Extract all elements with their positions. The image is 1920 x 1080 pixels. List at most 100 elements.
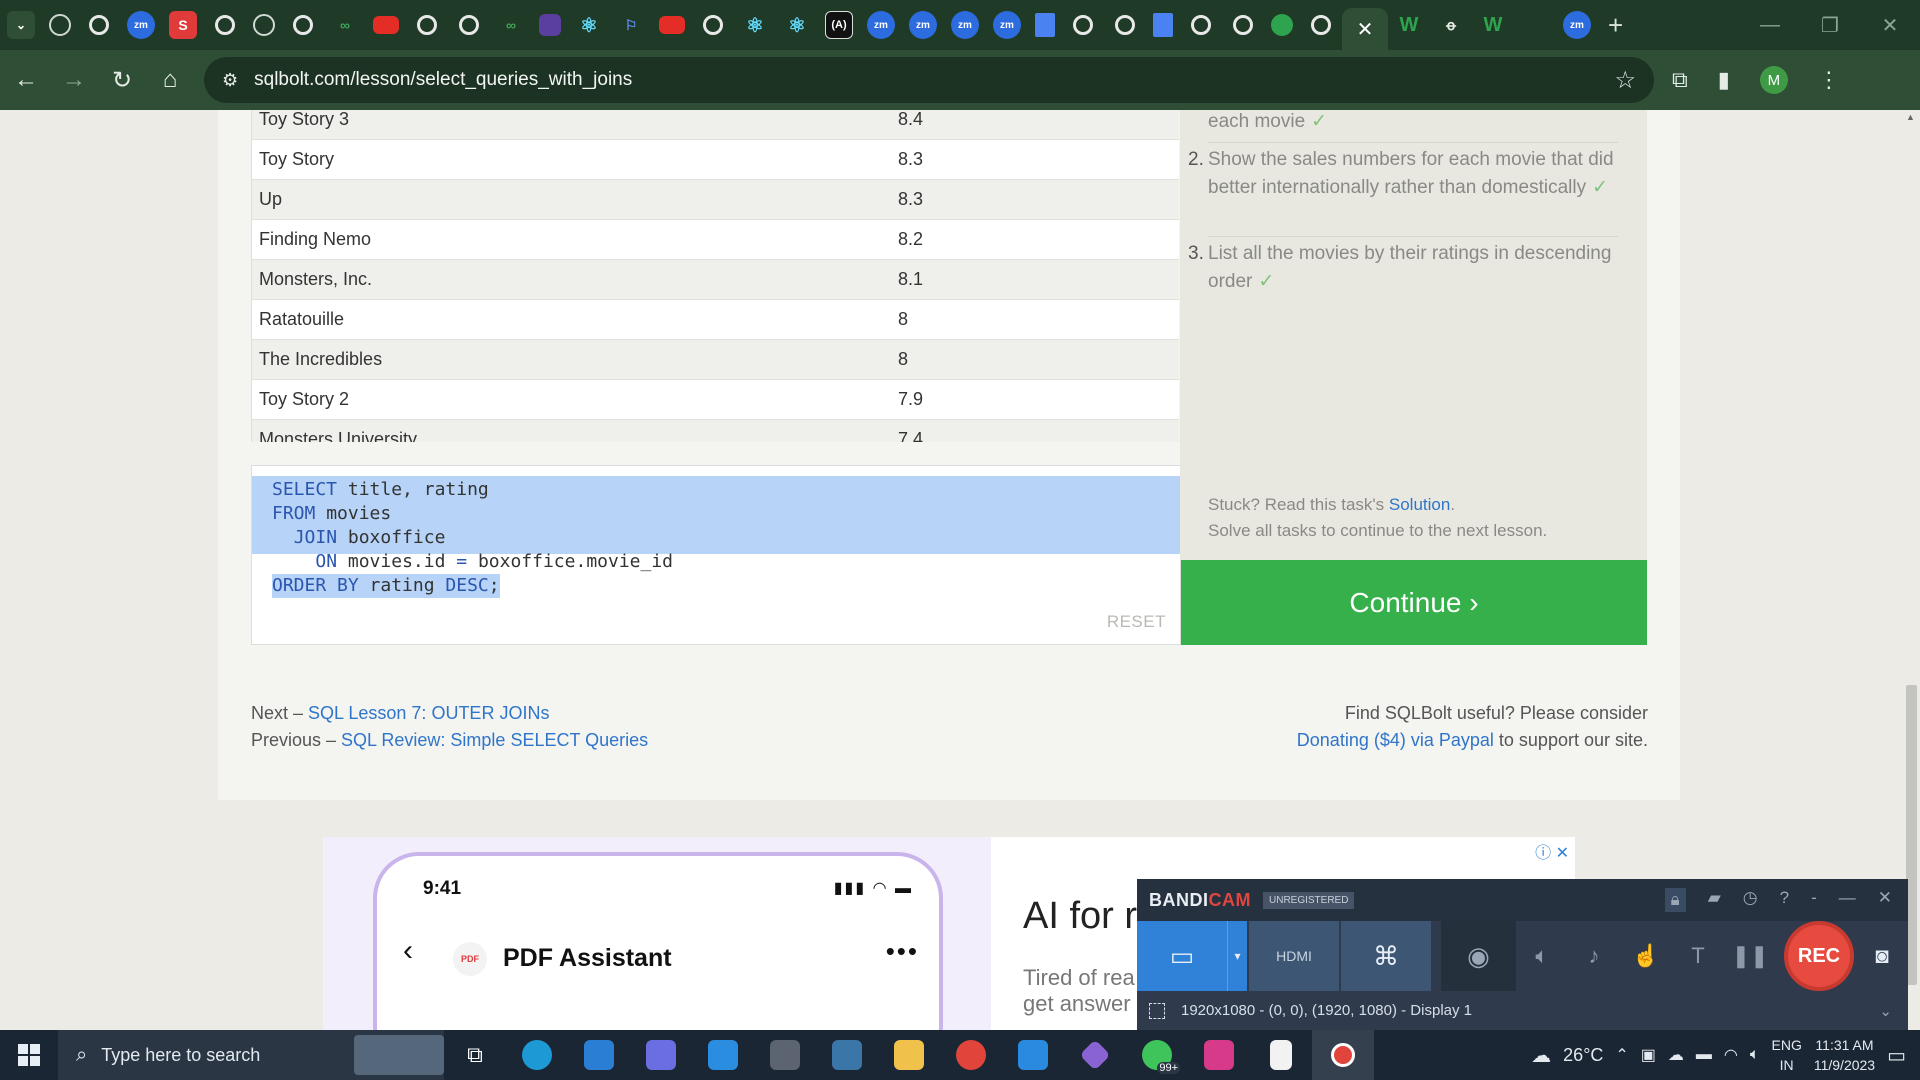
collapse-icon[interactable]: - [1811,888,1817,912]
edge-icon[interactable] [506,1030,568,1080]
new-tab-icon[interactable]: + [1608,10,1623,41]
side-panel-icon[interactable]: ▮ [1718,67,1730,93]
forward-icon[interactable]: → [52,58,96,102]
help-icon[interactable]: ? [1780,888,1789,912]
tray-app-icon[interactable]: ☁ [1668,1045,1684,1065]
close-icon[interactable]: ✕ [1878,888,1892,912]
close-window-icon[interactable]: ✕ [1860,13,1920,38]
tab-github-icon[interactable] [455,11,483,39]
wifi-icon[interactable]: ◠ [1724,1045,1738,1065]
tab-zoom-icon[interactable]: zm [951,11,979,39]
back-icon[interactable]: ← [4,58,48,102]
tab-zoom-icon[interactable]: zm [867,11,895,39]
restore-icon[interactable]: ❐ [1800,13,1860,38]
sql-code[interactable]: SELECT title, rating FROM movies JOIN bo… [272,478,673,598]
tab-s-icon[interactable]: S [169,11,197,39]
tab-zoom-icon[interactable]: zm [909,11,937,39]
weather-icon[interactable]: ☁ [1531,1043,1551,1068]
notifications-icon[interactable]: ▭ [1887,1043,1906,1068]
tab-react-icon[interactable]: ⚛ [741,11,769,39]
continue-button[interactable]: Continue › [1181,560,1647,645]
bookmark-star-icon[interactable]: ☆ [1614,66,1636,95]
reload-icon[interactable]: ↻ [100,58,144,102]
chrome-icon[interactable] [940,1030,1002,1080]
tab-github-icon[interactable] [1111,11,1139,39]
clock[interactable]: 11:31 AM 11/9/2023 [1814,1035,1875,1075]
screen-mode-button[interactable]: ▭ [1137,921,1227,991]
active-tab-close-icon[interactable]: ✕ [1342,8,1388,50]
show-hidden-icons[interactable]: ⌃ [1615,1045,1628,1065]
file-explorer-icon[interactable] [878,1030,940,1080]
tab-flag-icon[interactable]: ⚐ [617,11,645,39]
tab-github-icon[interactable] [413,11,441,39]
hdmi-mode-button[interactable]: HDMI [1249,921,1339,991]
bandicam-taskbar-icon[interactable] [1312,1030,1374,1080]
tab-github-icon[interactable] [1307,11,1335,39]
mic-off-icon[interactable]: ♪ [1568,921,1620,991]
tab-a-icon[interactable]: (A) [825,11,853,39]
site-settings-icon[interactable]: ⚙ [222,70,238,91]
tab-zoom-icon[interactable]: zm [1563,11,1591,39]
tab-github-icon[interactable] [85,11,113,39]
pause-icon[interactable]: ❚❚ [1724,921,1776,991]
tab-github-icon[interactable] [289,11,317,39]
tab-app-icon[interactable] [539,14,561,36]
timer-icon[interactable]: ◷ [1743,888,1758,912]
whatsapp-icon[interactable]: 99+ [1126,1030,1188,1080]
tab-zoom-icon[interactable]: zm [127,11,155,39]
tab-globe-icon[interactable] [253,14,275,36]
language-indicator[interactable]: ENG IN [1772,1035,1802,1075]
tab-react-icon[interactable]: ⚛ [575,11,603,39]
minimize-icon[interactable]: — [1839,888,1856,912]
folder-icon[interactable]: ▰ [1708,888,1721,912]
home-icon[interactable]: ⌂ [148,58,192,102]
tab-github-icon[interactable] [699,11,727,39]
tab-green-icon[interactable] [1271,14,1293,36]
previous-lesson-link[interactable]: SQL Review: Simple SELECT Queries [341,730,648,750]
text-overlay-icon[interactable]: T [1672,921,1724,991]
expand-chevron-icon[interactable]: ⌄ [1879,1002,1892,1020]
notepad-icon[interactable] [1250,1030,1312,1080]
calculator-icon[interactable] [754,1030,816,1080]
start-button[interactable] [0,1030,58,1080]
url-text[interactable]: sqlbolt.com/lesson/select_queries_with_j… [254,69,632,91]
extensions-icon[interactable]: ⧉ [1672,67,1688,93]
tab-ring-icon[interactable]: ꝋ [1437,11,1465,39]
query-results-table[interactable]: Toy Story 3 8.4 Toy Story 8.3 Up 8.3 Findin… [251,110,1179,442]
instagram-icon[interactable] [1188,1030,1250,1080]
tab-blank-icon[interactable] [1521,11,1549,39]
tab-github-icon[interactable] [1229,11,1257,39]
sql-editor[interactable]: SELECT title, rating FROM movies JOIN bo… [251,465,1181,645]
webcam-off-icon[interactable]: ◉ [1441,921,1516,991]
vscode-icon[interactable] [1002,1030,1064,1080]
tab-github-icon[interactable] [1187,11,1215,39]
speaker-icon[interactable]: 🔈︎ [1516,921,1568,991]
tab-infinity-icon[interactable]: ∞ [497,11,525,39]
tab-github-icon[interactable] [1069,11,1097,39]
screenshot-icon[interactable]: ◙ [1860,921,1904,991]
tab-infinity-icon[interactable]: ∞ [331,11,359,39]
scroll-up-arrow-icon[interactable]: ▲ [1906,112,1915,122]
tab-w-icon[interactable]: W [1479,11,1507,39]
copilot-icon[interactable] [630,1030,692,1080]
solution-link[interactable]: Solution [1389,495,1450,514]
tab-react-icon[interactable]: ⚛ [783,11,811,39]
tab-youtube-icon[interactable] [373,16,399,34]
tab-w-icon[interactable]: W [1395,11,1423,39]
tab-docs-icon[interactable] [1153,13,1173,37]
tab-search-chevron-icon[interactable]: ⌄ [7,11,35,39]
temperature[interactable]: 26°C [1563,1045,1603,1066]
ad-headline[interactable]: AI for r [1023,895,1137,938]
python-icon[interactable] [816,1030,878,1080]
taskbar-search-box[interactable]: ⌕ Type here to search [58,1030,444,1080]
ad-info-close-icon[interactable]: ⓘ ✕ [1535,839,1569,863]
task-view-icon[interactable]: ⧉ [444,1030,506,1080]
tab-zoom-icon[interactable]: zm [993,11,1021,39]
tab-globe-icon[interactable] [49,14,71,36]
profile-avatar[interactable]: M [1759,66,1788,94]
menu-kebab-icon[interactable]: ⋮ [1818,67,1840,93]
next-lesson-link[interactable]: SQL Lesson 7: OUTER JOINs [308,703,549,723]
tab-github-icon[interactable] [211,11,239,39]
lock-icon[interactable]: 🔒︎ [1664,888,1686,912]
battery-icon[interactable]: ▬ [1696,1046,1712,1064]
